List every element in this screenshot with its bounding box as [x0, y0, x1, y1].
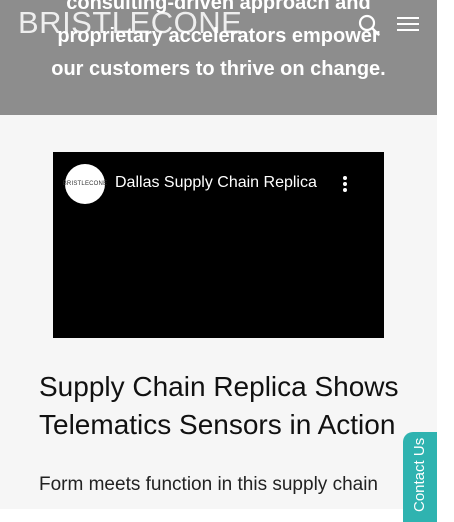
- search-icon[interactable]: [358, 14, 380, 36]
- video-title[interactable]: Dallas Supply Chain Replica: [115, 174, 325, 192]
- hero-line-3: our customers to thrive on change.: [51, 58, 386, 80]
- article-body: Form meets function in this supply chain: [39, 474, 378, 495]
- hamburger-menu-icon[interactable]: [397, 15, 419, 33]
- page: consulting-driven approach and proprieta…: [0, 0, 437, 522]
- hero-banner: consulting-driven approach and proprieta…: [0, 0, 437, 115]
- channel-logo-text: BRISTLECONE: [62, 181, 108, 187]
- contact-us-label: Contact Us: [411, 437, 428, 512]
- site-logo[interactable]: BRISTLECONE: [18, 5, 242, 41]
- channel-avatar[interactable]: BRISTLECONE: [62, 164, 108, 204]
- scrollbar[interactable]: [437, 0, 454, 509]
- more-vertical-icon[interactable]: [341, 176, 349, 194]
- article-heading: Supply Chain Replica Shows Telematics Se…: [39, 371, 399, 440]
- video-player[interactable]: BRISTLECONE Dallas Supply Chain Replica: [53, 152, 384, 338]
